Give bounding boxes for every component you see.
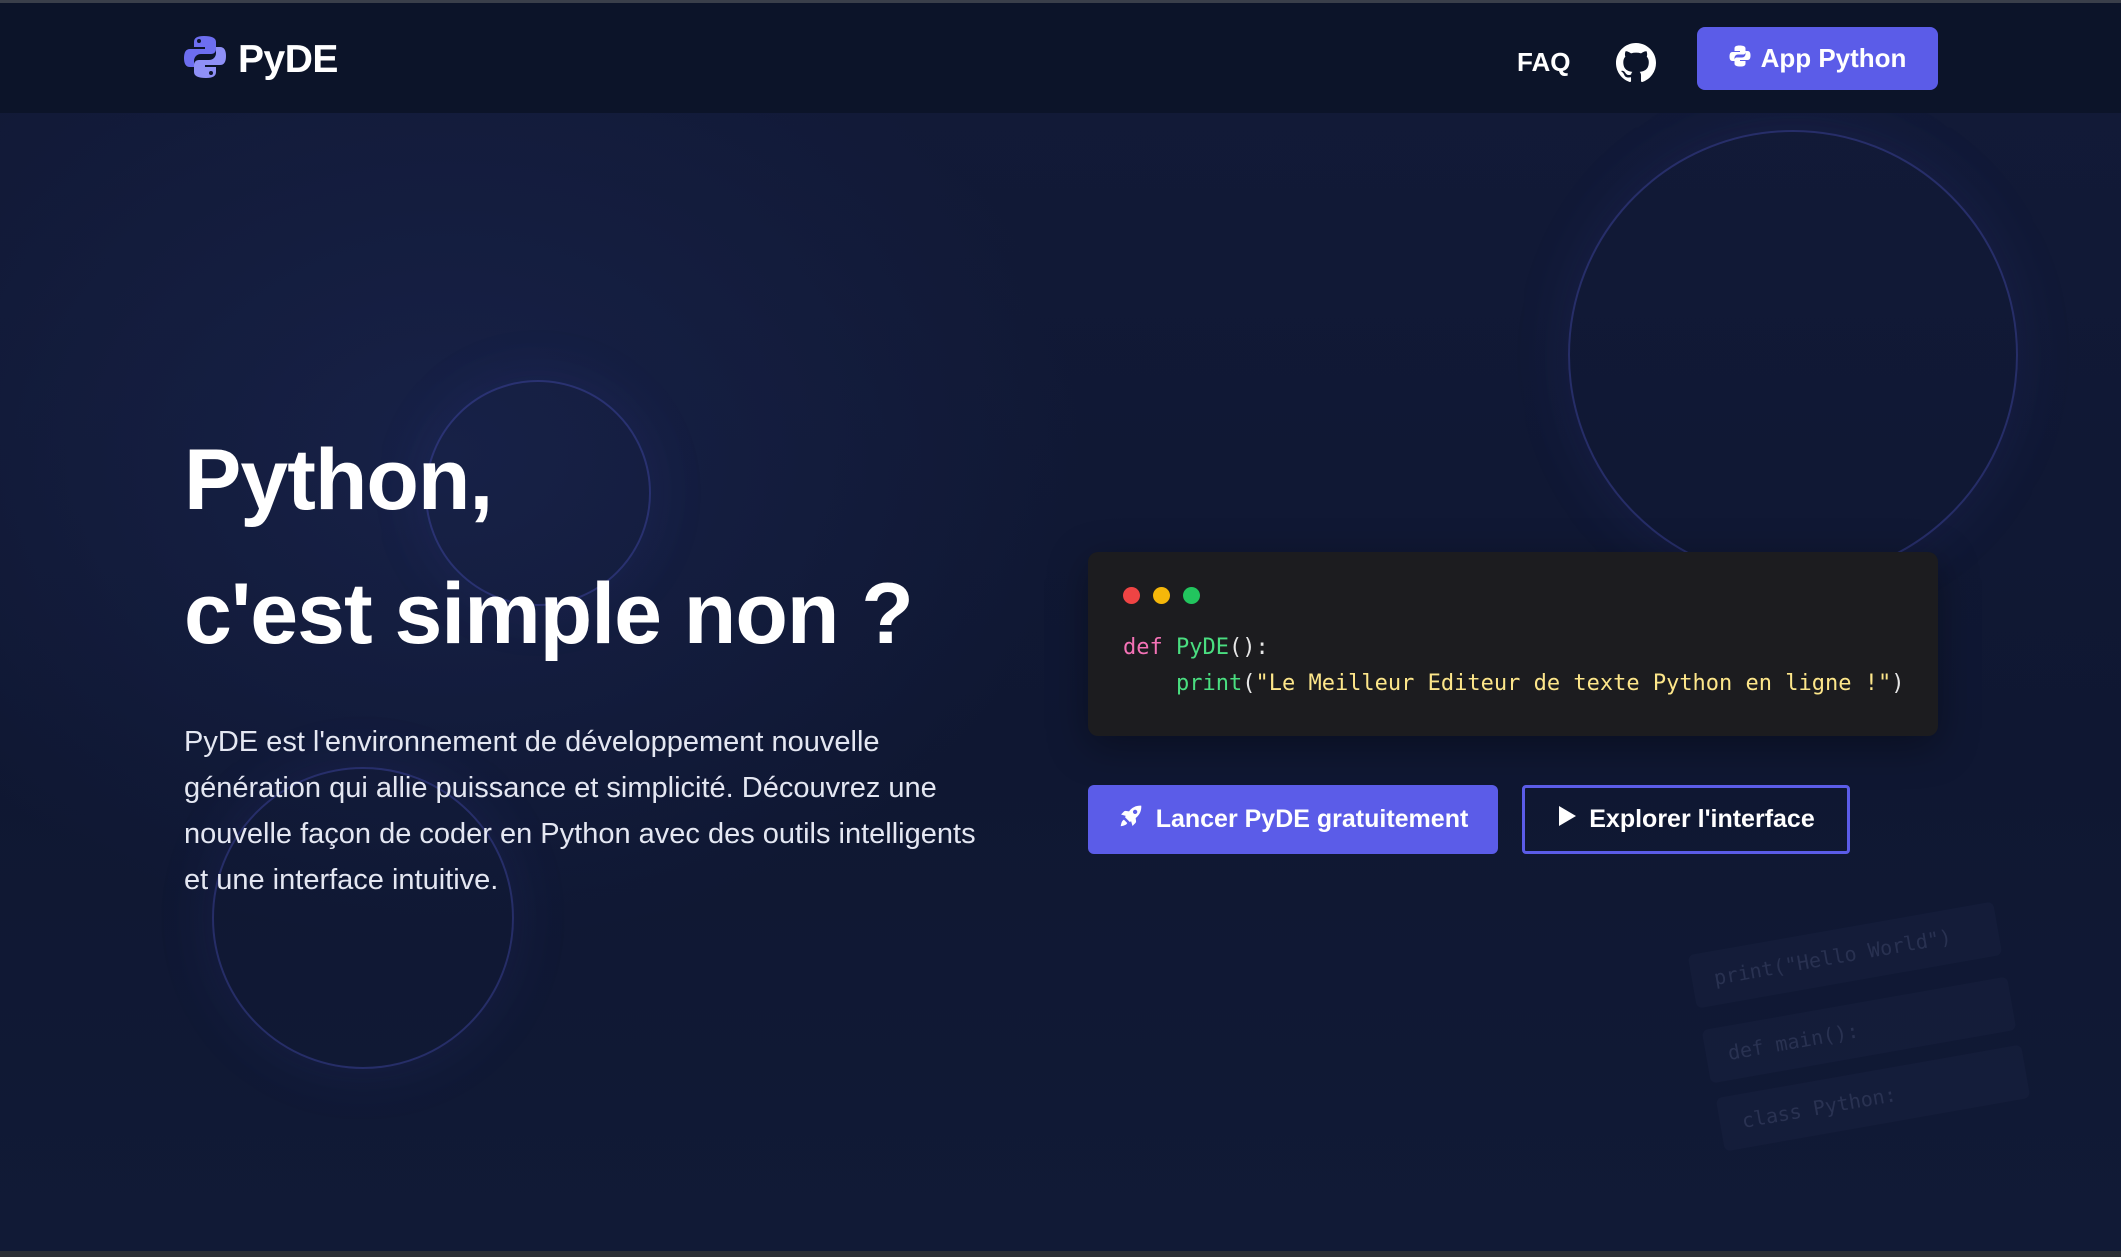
launch-pyde-label: Lancer PyDE gratuitement: [1155, 805, 1469, 833]
code-string: "Le Meilleur Editeur de texte Python en …: [1255, 671, 1892, 696]
close-dot: [1123, 587, 1140, 604]
hero-title: Python, c'est simple non ?: [184, 413, 914, 681]
window-controls: [1123, 587, 1200, 604]
launch-pyde-button[interactable]: Lancer PyDE gratuitement: [1088, 785, 1498, 854]
play-icon: [1557, 805, 1577, 834]
nav-faq-link[interactable]: FAQ: [1517, 47, 1570, 78]
brand-name: PyDE: [238, 37, 338, 81]
app-python-label: App Python: [1760, 43, 1907, 73]
hero-description: PyDE est l'environnement de développemen…: [184, 726, 976, 896]
explore-interface-button[interactable]: Explorer l'interface: [1522, 785, 1850, 854]
code-snippet: def PyDE(): print("Le Meilleur Editeur d…: [1123, 630, 1904, 702]
code-open-paren: (: [1242, 671, 1256, 696]
code-print-call: print: [1175, 671, 1243, 696]
python-icon: [1729, 43, 1751, 74]
explore-interface-label: Explorer l'interface: [1589, 805, 1815, 833]
landing-page: print("Hello World") def main(): class P…: [0, 0, 2121, 1257]
decorative-circle-top-right: [1568, 130, 2018, 580]
code-function-name: PyDE: [1176, 635, 1229, 660]
code-preview-window: def PyDE(): print("Le Meilleur Editeur d…: [1088, 552, 1938, 736]
brand-logo-link[interactable]: PyDE: [184, 35, 338, 84]
rocket-icon: [1118, 803, 1144, 836]
code-close-paren: ): [1891, 671, 1905, 696]
top-navbar: PyDE FAQ App Python: [0, 3, 2121, 113]
minimize-dot: [1153, 587, 1170, 604]
app-python-button[interactable]: App Python: [1697, 27, 1938, 90]
github-icon[interactable]: [1616, 43, 1656, 83]
hero-title-line-2: c'est simple non ?: [184, 566, 914, 662]
code-punctuation: ():: [1228, 635, 1269, 660]
code-keyword: def: [1123, 635, 1163, 660]
python-logo-icon: [184, 35, 226, 84]
hero-title-line-1: Python,: [184, 432, 493, 528]
maximize-dot: [1183, 587, 1200, 604]
